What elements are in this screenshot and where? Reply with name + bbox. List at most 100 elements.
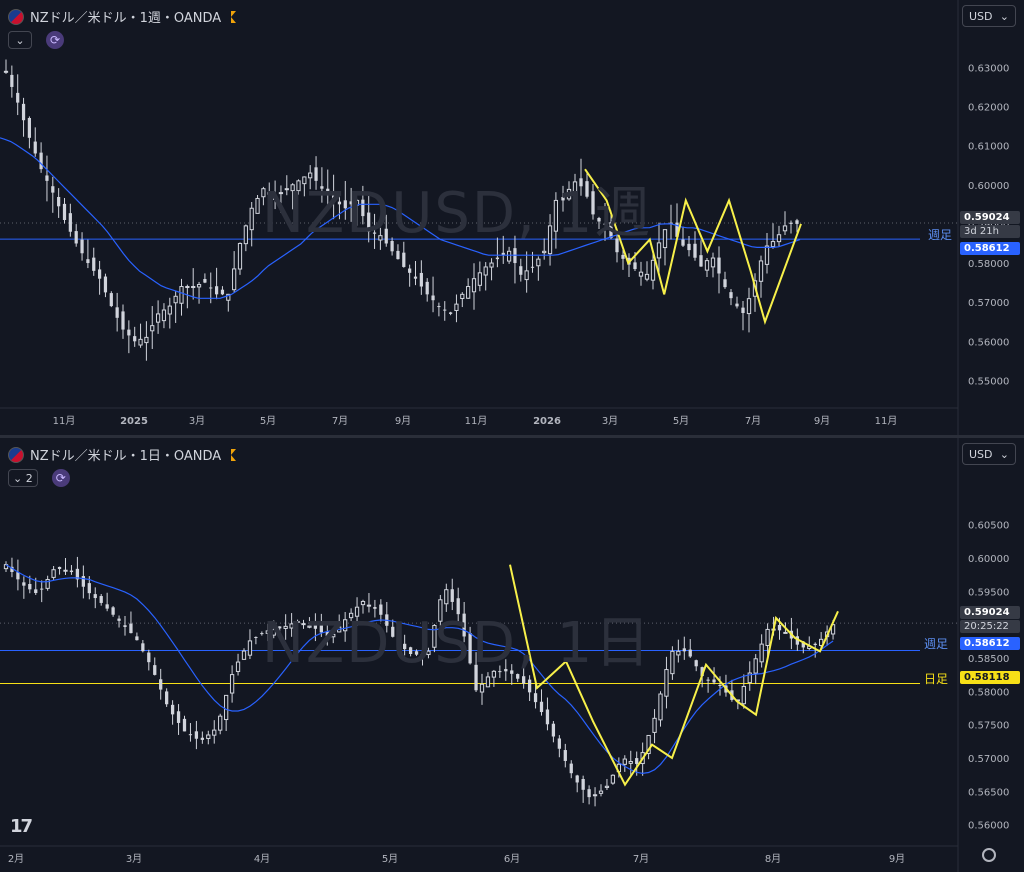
candle-up [638, 271, 644, 277]
candle-up [438, 599, 443, 622]
candle-up [278, 192, 284, 195]
candle-down [693, 243, 697, 258]
candle-down [214, 286, 219, 295]
candle-up [138, 338, 143, 346]
candle-up [506, 250, 512, 262]
candle-down [331, 195, 336, 201]
candle-down [320, 186, 324, 189]
candle-down [176, 711, 181, 723]
candle-up [460, 293, 465, 299]
daily-chart-title[interactable]: NZドル／米ドル・1日・OANDA [30, 445, 221, 464]
candle-up [758, 260, 764, 282]
candle-up [290, 184, 295, 192]
weekly-chart-canvas[interactable]: 0.630000.620000.610000.600000.590000.580… [0, 0, 1024, 436]
sync-icon[interactable]: ⟳ [46, 31, 64, 49]
time-tick-label: 2月 [8, 853, 24, 865]
candle-up [547, 225, 553, 255]
time-tick-label: 6月 [504, 853, 520, 865]
currency-select[interactable]: USD ⌄ [962, 5, 1016, 27]
currency-flag-icon [8, 446, 24, 463]
candle-down [706, 679, 710, 681]
candle-down [34, 589, 38, 594]
candle-up [185, 286, 190, 289]
candle-up [265, 630, 270, 634]
currency-label: USD [969, 447, 993, 461]
weekly-line-label: 週足 [928, 228, 953, 242]
gear-icon[interactable] [982, 848, 996, 862]
candle-up [524, 270, 529, 281]
candle-down [40, 588, 44, 590]
price-tick-label: 0.57000 [968, 298, 1009, 309]
time-tick-label: 5月 [260, 415, 276, 427]
candle-down [462, 613, 466, 637]
candle-up [243, 225, 248, 245]
candle-down [437, 306, 441, 308]
collapse-indicators-button[interactable]: ⌄ 2 [8, 469, 38, 487]
candle-down [575, 775, 579, 783]
candle-down [39, 152, 43, 170]
weekly-line-tag: 0.58612 [960, 637, 1020, 650]
candle-down [495, 257, 500, 260]
candle-up [477, 272, 482, 286]
time-tick-label: 2025 [120, 416, 148, 427]
candle-down [313, 623, 318, 629]
daily-line-label: 日足 [924, 672, 949, 686]
daily-chart-panel[interactable]: 0.605000.600000.595000.590000.585000.580… [0, 438, 1024, 872]
time-tick-label: 11月 [53, 415, 76, 427]
candle-down [209, 287, 213, 289]
candle-up [782, 225, 788, 232]
collapse-indicators-button[interactable]: ⌄ [8, 31, 32, 49]
candle-up [746, 298, 752, 315]
time-tick-label: 2026 [533, 416, 561, 427]
candle-down [527, 679, 532, 693]
candle-down [403, 643, 407, 650]
candle-down [688, 649, 692, 657]
candle-down [121, 311, 125, 330]
candle-down [127, 329, 131, 336]
candle-down [741, 307, 745, 314]
daily-chart-canvas[interactable]: 0.605000.600000.595000.590000.585000.580… [0, 438, 1024, 872]
candle-up [432, 624, 437, 648]
bookmark-flag-icon[interactable] [231, 10, 237, 23]
sync-icon[interactable]: ⟳ [51, 469, 70, 487]
candle-down [795, 220, 799, 224]
candle-up [348, 612, 354, 619]
currency-label: USD [969, 9, 993, 23]
currency-select[interactable]: USD ⌄ [962, 443, 1016, 465]
candle-up [598, 790, 604, 794]
candle-up [489, 262, 494, 268]
weekly-chart-header: NZドル／米ドル・1週・OANDA [8, 7, 237, 26]
candle-down [86, 259, 90, 264]
candle-down [373, 607, 377, 609]
candle-up [471, 278, 477, 293]
candle-up [650, 259, 656, 281]
weekly-chart-panel[interactable]: 0.630000.620000.610000.600000.590000.580… [0, 0, 1024, 436]
candle-up [652, 717, 657, 733]
candle-down [621, 254, 625, 259]
candle-up [218, 715, 223, 731]
candle-up [776, 234, 782, 243]
candle-up [249, 207, 254, 231]
candle-down [28, 583, 32, 590]
candle-up [301, 623, 306, 626]
candle-down [397, 633, 401, 645]
candle-down [569, 763, 573, 774]
candle-down [80, 239, 84, 254]
candle-down [533, 693, 538, 703]
time-tick-label: 5月 [382, 853, 398, 865]
candle-up [536, 258, 541, 267]
time-tick-label: 3月 [126, 853, 142, 865]
candle-down [603, 223, 607, 225]
candle-down [117, 618, 121, 621]
candle-down [379, 604, 383, 615]
candle-up [366, 604, 372, 607]
candle-down [545, 709, 550, 725]
price-tag: 0.59024 [960, 211, 1020, 224]
bookmark-flag-icon[interactable] [231, 448, 237, 461]
candle-up [426, 650, 431, 656]
candle-down [74, 231, 78, 244]
candle-down [57, 566, 62, 570]
price-tick-label: 0.57500 [968, 721, 1009, 732]
weekly-chart-title[interactable]: NZドル／米ドル・1週・OANDA [30, 7, 221, 26]
candle-up [759, 643, 764, 663]
